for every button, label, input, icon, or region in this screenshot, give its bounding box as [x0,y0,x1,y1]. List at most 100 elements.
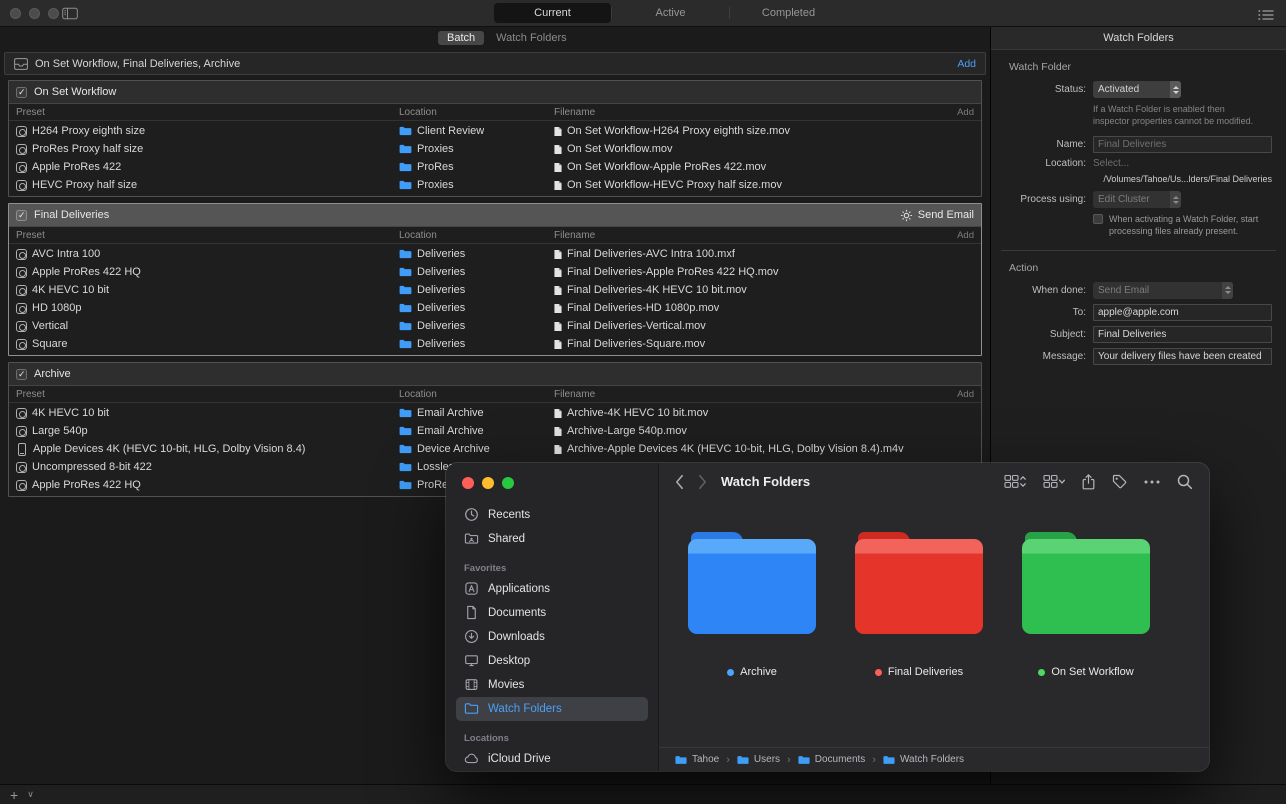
status-dropdown[interactable]: Activated [1093,81,1181,98]
tag-dot [727,668,735,676]
send-email-button[interactable]: Send Email [900,209,974,222]
path-crumb-label: Tahoe [692,754,720,765]
sidebar-item-shared[interactable]: Shared [456,527,648,551]
preset-name: H264 Proxy eighth size [32,125,146,137]
email-to-input[interactable] [1093,303,1272,321]
path-crumb-tahoe[interactable]: Tahoe [675,754,719,765]
inspector-title: Watch Folders [991,27,1286,50]
group-by-icon[interactable] [1004,474,1026,489]
sidebar-item-icloud-drive[interactable]: iCloud Drive [456,747,648,771]
sidebar-item-downloads[interactable]: Downloads [456,625,648,649]
sidebar-item-recents[interactable]: Recents [456,503,648,527]
batch-header[interactable]: On Set Workflow, Final Deliveries, Archi… [4,52,986,75]
output-row[interactable]: AVC Intra 100 Deliveries Final Deliverie… [9,245,981,263]
group-header[interactable]: Final Deliveries Send Email [9,204,981,227]
group-checkbox[interactable] [16,209,27,221]
segment-completed[interactable]: Completed [730,3,847,23]
segment-active[interactable]: Active [612,3,729,23]
output-row[interactable]: Vertical Deliveries Final Deliveries-Ver… [9,317,981,335]
name-input[interactable] [1093,136,1272,154]
folder-icon [399,180,412,190]
search-icon[interactable] [1177,474,1193,490]
output-row[interactable]: Apple ProRes 422 ProRes On Set Workflow-… [9,158,981,176]
finder-item-final-deliveries[interactable]: Final Deliveries [844,500,994,747]
close-button[interactable] [462,477,474,489]
start-processing-checkbox[interactable] [1093,214,1103,225]
folder-icon [399,321,412,331]
when-done-dropdown[interactable]: Send Email [1093,281,1233,299]
path-crumb-users[interactable]: Users [737,754,780,765]
minimize-window-button[interactable] [29,8,40,19]
add-batch-button[interactable]: + [10,788,18,802]
sidebar-item-label: Downloads [488,631,545,643]
add-watch-folder-button[interactable]: Add [957,58,976,70]
sidebar-item-applications[interactable]: Applications [456,577,648,601]
output-row[interactable]: ProRes Proxy half size Proxies On Set Wo… [9,140,981,158]
preset-icon [16,248,27,260]
output-row[interactable]: H264 Proxy eighth size Client Review On … [9,122,981,140]
minimize-button[interactable] [482,477,494,489]
preset-icon [16,338,27,350]
group-checkbox[interactable] [16,86,27,98]
share-icon[interactable] [1082,473,1095,490]
file-icon [554,126,562,137]
forward-button[interactable] [698,474,707,490]
output-row[interactable]: HEVC Proxy half size Proxies On Set Work… [9,176,981,194]
preset-icon [16,284,27,296]
finder-item-archive[interactable]: Archive [677,500,827,747]
column-preset: Preset [16,388,45,400]
output-row[interactable]: 4K HEVC 10 bit Email Archive Archive-4K … [9,404,981,422]
tab-batch[interactable]: Batch [438,31,485,45]
path-crumb-documents[interactable]: Documents [798,754,865,765]
sidebar-item-documents[interactable]: Documents [456,601,648,625]
inspector-toggle-icon[interactable] [1258,8,1274,26]
group-header[interactable]: On Set Workflow [9,81,981,104]
view-options-icon[interactable] [1043,474,1065,489]
column-location: Location [399,229,437,241]
process-using-dropdown[interactable]: Edit Cluster [1093,191,1181,209]
preset-icon [16,479,27,491]
segment-current[interactable]: Current [494,3,611,23]
email-subject-input[interactable] [1093,325,1272,343]
layout-toggle-icon[interactable] [62,7,78,25]
finder-item-on-set-workflow[interactable]: On Set Workflow [1011,500,1161,747]
tag-icon[interactable] [1112,474,1127,489]
sidebar-item-watch-folders[interactable]: Watch Folders [456,697,648,721]
location-select-button[interactable]: Select... [1093,158,1129,169]
fullscreen-button[interactable] [502,477,514,489]
preset-name: ProRes Proxy half size [32,143,144,155]
group-checkbox[interactable] [16,368,27,380]
close-window-button[interactable] [10,8,21,19]
batch-icon [14,57,28,70]
watch-folder-path: /Volumes/Tahoe/Us...lders/Final Deliveri… [1103,174,1272,185]
output-row[interactable]: 4K HEVC 10 bit Deliveries Final Deliveri… [9,281,981,299]
location-name: Deliveries [417,284,466,296]
more-actions-icon[interactable] [1144,480,1160,484]
sidebar-item-label: Recents [488,509,531,521]
path-crumb-watch-folders[interactable]: Watch Folders [883,754,964,765]
folder-icon [399,303,412,313]
folder-icon [399,444,412,454]
column-add-button[interactable]: Add [948,107,974,118]
output-row[interactable]: HD 1080p Deliveries Final Deliveries-HD … [9,299,981,317]
add-options-chevron-icon[interactable]: ∨ [27,790,34,799]
cloud-icon [464,751,480,767]
sidebar-item-movies[interactable]: Movies [456,673,648,697]
location-name: Deliveries [417,248,466,260]
path-separator: › [872,753,876,766]
tab-watch-folders[interactable]: Watch Folders [490,31,573,45]
output-row[interactable]: Square Deliveries Final Deliveries-Squar… [9,335,981,353]
email-message-input[interactable] [1093,347,1272,365]
group-final-deliveries[interactable]: Final Deliveries Send Email Preset Locat… [8,203,982,356]
group-on-set-workflow[interactable]: On Set Workflow Preset Location Filename… [8,80,982,197]
column-add-button[interactable]: Add [948,230,974,241]
output-row[interactable]: Large 540p Email Archive Archive-Large 5… [9,422,981,440]
sidebar-item-desktop[interactable]: Desktop [456,649,648,673]
preset-icon [16,302,27,314]
column-add-button[interactable]: Add [948,389,974,400]
group-header[interactable]: Archive [9,363,981,386]
zoom-window-button[interactable] [48,8,59,19]
output-row[interactable]: Apple Devices 4K (HEVC 10-bit, HLG, Dolb… [9,440,981,458]
back-button[interactable] [675,474,684,490]
output-row[interactable]: Apple ProRes 422 HQ Deliveries Final Del… [9,263,981,281]
